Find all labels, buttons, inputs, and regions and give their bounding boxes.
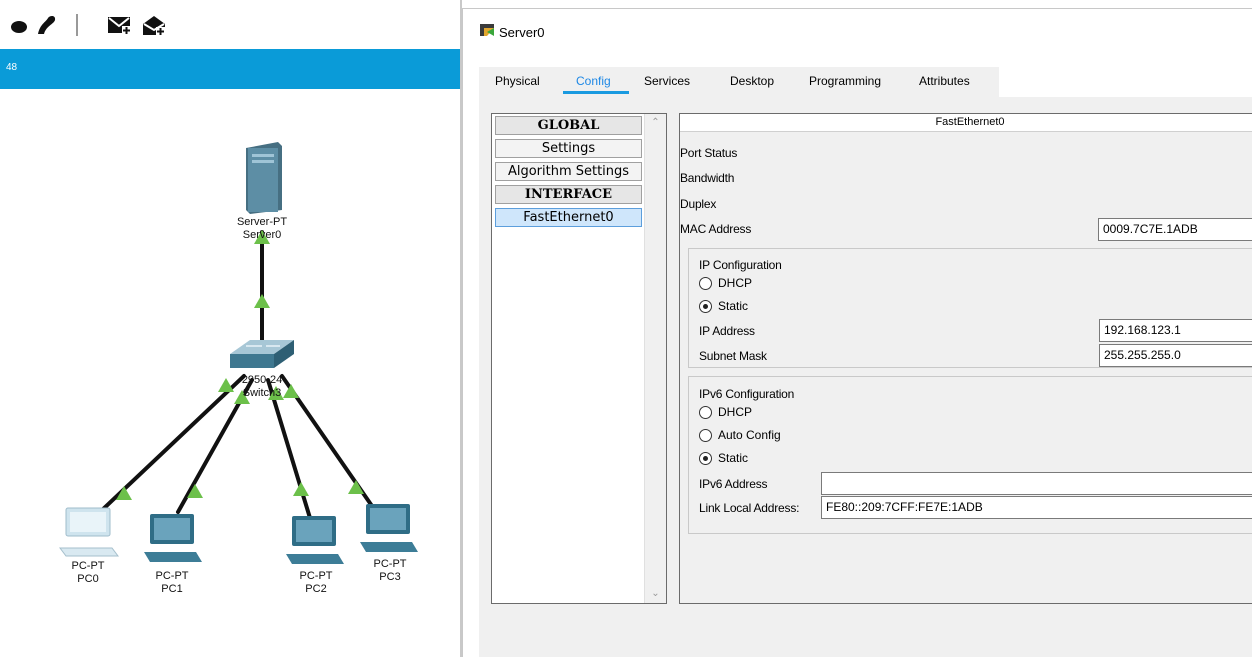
link-local-address-label: Link Local Address: [699, 501, 800, 515]
radio-label: DHCP [718, 405, 753, 419]
packet-tracer-app-icon [480, 24, 494, 36]
pc-icon[interactable] [59, 507, 119, 557]
device-label-switch: 2950-24 Switch3 [222, 374, 302, 400]
ipv4-static-option[interactable]: Static [699, 299, 748, 313]
mac-address-field[interactable]: 0009.7C7E.1ADB [1098, 218, 1252, 241]
radio-button-checked[interactable] [699, 451, 712, 465]
device-label-pc1: PC-PT PC1 [132, 570, 212, 596]
radio-label: Auto Config [718, 428, 781, 442]
active-tab-indicator [563, 91, 629, 94]
ipv6-configuration-group: IPv6 Configuration DHCP Auto Config Stat… [688, 376, 1252, 534]
link-up-indicator [348, 480, 364, 494]
ipv6-address-field[interactable] [821, 472, 1252, 495]
chevron-down-icon[interactable]: ⌄ [650, 589, 661, 599]
duplex-label: Duplex [680, 197, 717, 211]
chevron-up-icon[interactable]: ⌃ [650, 118, 661, 128]
ipv6-address-label: IPv6 Address [699, 477, 768, 491]
device-name: PC2 [305, 583, 327, 595]
server-icon[interactable] [246, 142, 282, 214]
sidebar-item-algorithm-settings[interactable]: Algorithm Settings [495, 162, 642, 181]
ipv6-static-option[interactable]: Static [699, 451, 748, 465]
window-title: Server0 [499, 25, 545, 40]
tab-physical[interactable]: Physical [495, 74, 540, 88]
subnet-mask-field[interactable]: 255.255.255.0 [1099, 344, 1252, 367]
ipv4-dhcp-option[interactable]: DHCP [699, 276, 752, 290]
device-name: PC3 [379, 571, 401, 583]
link-up-indicator [254, 294, 270, 308]
link-up-indicator [293, 482, 309, 496]
device-name: PC1 [161, 583, 183, 595]
device-type: PC-PT [373, 558, 407, 570]
radio-button[interactable] [699, 276, 712, 290]
radio-label: DHCP [718, 276, 753, 290]
window-titlebar[interactable]: Server0 [463, 9, 1252, 57]
device-type: 2950-24 [241, 374, 283, 386]
ipv6-configuration-title: IPv6 Configuration [699, 387, 795, 401]
device-name: Server0 [242, 229, 282, 241]
ipv6-dhcp-option[interactable]: DHCP [699, 405, 752, 419]
device-label-pc2: PC-PT PC2 [276, 570, 356, 596]
tab-programming[interactable]: Programming [809, 74, 881, 88]
radio-button[interactable] [699, 428, 712, 442]
sidebar-item-fastethernet0[interactable]: FastEthernet0 [495, 208, 642, 227]
ip-configuration-group: IP Configuration DHCP Static IP Address … [688, 248, 1252, 368]
radio-label: Static [718, 451, 749, 465]
device-label-pc3: PC-PT PC3 [350, 558, 430, 584]
tab-bar: Physical Config Services Desktop Program… [479, 67, 1252, 97]
pc-icon[interactable] [286, 516, 344, 564]
radio-label: Static [718, 299, 749, 313]
ip-address-field[interactable]: 192.168.123.1 [1099, 319, 1252, 342]
ipv6-auto-config-option[interactable]: Auto Config [699, 428, 781, 442]
pc-icon[interactable] [144, 514, 202, 562]
device-label-pc0: PC-PT PC0 [48, 560, 128, 586]
device-type: PC-PT [71, 560, 105, 572]
device-name: PC0 [77, 573, 99, 585]
tab-services[interactable]: Services [644, 74, 690, 88]
interface-title: FastEthernet0 [680, 114, 1252, 132]
device-config-window: Server0 Physical Config Services Desktop… [462, 8, 1252, 657]
radio-button[interactable] [699, 405, 712, 419]
device-type: Server-PT [236, 216, 288, 228]
radio-button-checked[interactable] [699, 299, 712, 313]
device-type: PC-PT [155, 570, 189, 582]
ip-configuration-title: IP Configuration [699, 258, 782, 272]
port-status-label: Port Status [680, 146, 738, 160]
config-sidebar: GLOBAL Settings Algorithm Settings INTER… [491, 113, 667, 604]
bandwidth-label: Bandwidth [680, 171, 735, 185]
link-local-address-field[interactable]: FE80::209:7CFF:FE7E:1ADB [821, 496, 1252, 519]
interface-panel: FastEthernet0 Port Status Bandwidth Dupl… [679, 113, 1252, 604]
tab-desktop[interactable]: Desktop [730, 74, 774, 88]
screen: 48 Server-PT Server0 2950-24 Switch3 PC-… [0, 0, 1252, 657]
tab-attributes[interactable]: Attributes [919, 74, 970, 88]
link-switch-pc2 [266, 378, 312, 520]
ip-address-label: IP Address [699, 324, 755, 338]
sidebar-scrollbar[interactable]: ⌃ ⌄ [644, 114, 666, 603]
device-name: Switch3 [242, 387, 282, 399]
sidebar-item-settings[interactable]: Settings [495, 139, 642, 158]
switch-icon[interactable] [230, 340, 294, 368]
config-content: GLOBAL Settings Algorithm Settings INTER… [479, 97, 1252, 657]
logical-workspace[interactable]: 48 Server-PT Server0 2950-24 Switch3 PC-… [0, 0, 460, 657]
sidebar-header-interface: INTERFACE [495, 185, 642, 204]
tab-config[interactable]: Config [576, 74, 611, 88]
sidebar-header-global: GLOBAL [495, 116, 642, 135]
pc-icon[interactable] [360, 504, 418, 552]
device-label-server: Server-PT Server0 [222, 216, 302, 242]
mac-address-label: MAC Address [680, 222, 752, 236]
subnet-mask-label: Subnet Mask [699, 349, 767, 363]
device-type: PC-PT [299, 570, 333, 582]
